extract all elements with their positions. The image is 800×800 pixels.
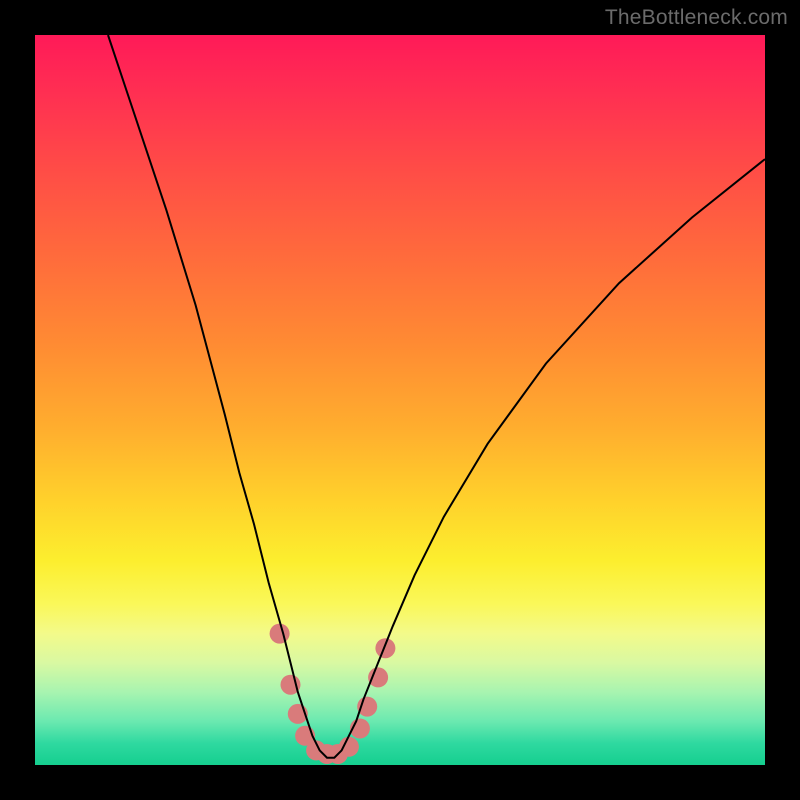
plot-area [35,35,765,765]
highlight-dot [368,667,388,687]
watermark-text: TheBottleneck.com [605,6,788,30]
highlight-dot [339,737,359,757]
chart-svg [35,35,765,765]
highlight-dot [270,624,290,644]
marker-layer [270,624,396,764]
bottleneck-curve [108,35,765,758]
highlight-dot [375,638,395,658]
outer-frame: TheBottleneck.com [0,0,800,800]
